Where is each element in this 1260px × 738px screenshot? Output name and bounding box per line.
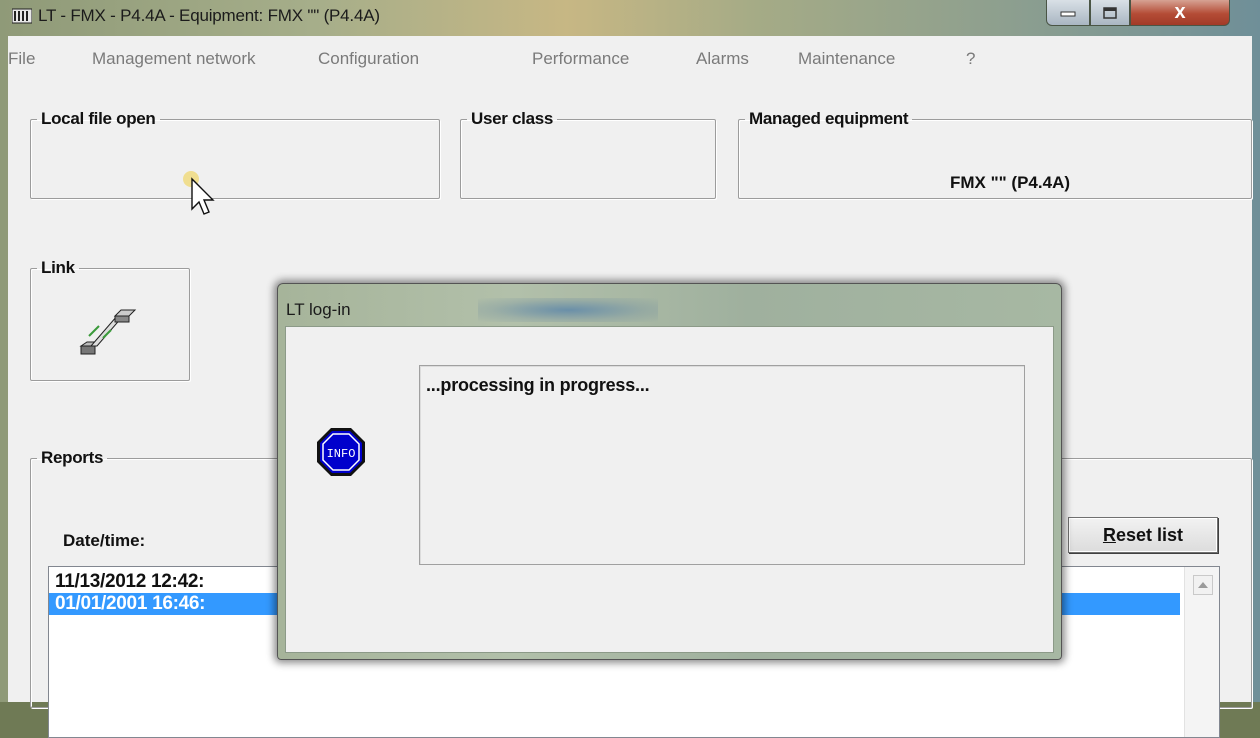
window-title: LT - FMX - P4.4A - Equipment: FMX "" (P4…	[38, 6, 380, 25]
scroll-up-button[interactable]	[1193, 575, 1213, 595]
local-file-open-group: Local file open	[30, 109, 440, 199]
menu-file[interactable]: File	[8, 49, 35, 69]
close-button[interactable]: x	[1130, 0, 1230, 26]
application-window: LT - FMX - P4.4A - Equipment: FMX "" (P4…	[0, 0, 1260, 738]
message-box: ...processing in progress...	[419, 365, 1025, 565]
reset-list-button[interactable]: Reset list	[1068, 517, 1218, 553]
reports-label: Reports	[41, 448, 104, 467]
local-file-open-label: Local file open	[41, 109, 156, 128]
reset-list-mnemonic: R	[1102, 524, 1116, 545]
list-item[interactable]: 11/13/2012 12:42:	[55, 571, 204, 593]
minimize-button[interactable]	[1046, 0, 1090, 26]
menu-bar: File Management network Configuration Pe…	[8, 36, 1252, 69]
user-class-group: User class	[460, 109, 716, 199]
date-time-label: Date/time:	[63, 531, 146, 550]
menu-help[interactable]: ?	[966, 49, 975, 69]
login-dialog: LT log-in INFO ...processing in progress…	[277, 283, 1062, 660]
menu-maintenance[interactable]: Maintenance	[798, 49, 895, 69]
cable-link-icon[interactable]	[77, 302, 147, 362]
reset-list-label: eset list	[1115, 524, 1184, 545]
managed-equipment-value: FMX "" (P4.4A)	[949, 173, 1071, 192]
dialog-message: ...processing in progress...	[426, 375, 650, 395]
maximize-button[interactable]	[1090, 0, 1130, 26]
minimize-icon	[1060, 11, 1076, 16]
mouse-pointer-icon	[183, 171, 215, 215]
maximize-icon	[1103, 6, 1117, 19]
user-class-label: User class	[471, 109, 554, 128]
managed-equipment-label: Managed equipment	[749, 109, 909, 128]
info-stop-icon: INFO	[317, 428, 365, 476]
link-label: Link	[41, 258, 75, 277]
app-icon	[12, 8, 32, 24]
vertical-scrollbar[interactable]	[1184, 567, 1219, 737]
info-icon-text: INFO	[327, 447, 356, 461]
menu-performance[interactable]: Performance	[532, 49, 629, 69]
menu-configuration[interactable]: Configuration	[318, 49, 419, 69]
dialog-title-glow	[478, 298, 658, 322]
title-bar[interactable]: LT - FMX - P4.4A - Equipment: FMX "" (P4…	[0, 0, 1260, 36]
menu-alarms[interactable]: Alarms	[696, 49, 749, 69]
menu-management-network[interactable]: Management network	[92, 49, 255, 69]
managed-equipment-group: Managed equipment FMX "" (P4.4A)	[738, 109, 1252, 199]
chevron-up-icon	[1198, 582, 1208, 588]
dialog-body: INFO ...processing in progress...	[285, 326, 1054, 653]
close-icon: x	[1174, 1, 1186, 23]
dialog-title[interactable]: LT log-in	[286, 300, 351, 320]
link-group: Link	[30, 258, 190, 381]
